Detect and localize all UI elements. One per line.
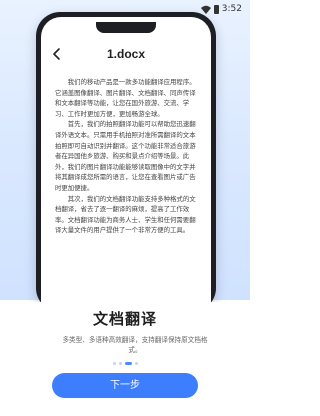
wifi-icon [200,5,211,14]
next-button[interactable]: 下一步 [52,373,198,398]
document-header: 1.docx [41,45,211,65]
feature-description: 多类型、多语种高效翻译，支持翻译保持原文档格式。 [62,336,208,354]
feature-card: 文档翻译 多类型、多语种高效翻译，支持翻译保持原文档格式。 下一步 [0,302,250,416]
document-paragraph: 首先，我们的拍照翻译功能可以帮助您迅速翻译外语文本。只需用手机拍照对准所需翻译的… [55,120,196,192]
status-time: 3:52 [221,4,242,14]
feature-title: 文档翻译 [92,310,157,328]
phone-mockup: 1.docx 我们的移动产品是一款多功能翻译应用程序。它涵盖图像翻译、图片翻译、… [36,12,216,312]
page-dot [118,362,122,365]
status-icons: 3:52 [200,4,242,14]
page-indicator [0,362,250,365]
document-body: 我们的移动产品是一款多功能翻译应用程序。它涵盖图像翻译、图片翻译、文档翻译、同声… [55,77,199,236]
document-paragraph: 其次，我们的文档翻译功能支持多种格式的文档翻译，省去了逐一翻译的麻烦，提高了工作… [55,194,196,235]
phone-screen: 1.docx 我们的移动产品是一款多功能翻译应用程序。它涵盖图像翻译、图片翻译、… [41,17,211,312]
document-paragraph: 我们的移动产品是一款多功能翻译应用程序。它涵盖图像翻译、图片翻译、文档翻译、同声… [55,78,196,118]
phone-notch [96,22,156,33]
battery-icon [213,4,219,14]
page-dot-active [124,362,132,365]
document-title: 1.docx [106,47,145,61]
page-dot [134,362,138,365]
page-dot [112,362,116,365]
